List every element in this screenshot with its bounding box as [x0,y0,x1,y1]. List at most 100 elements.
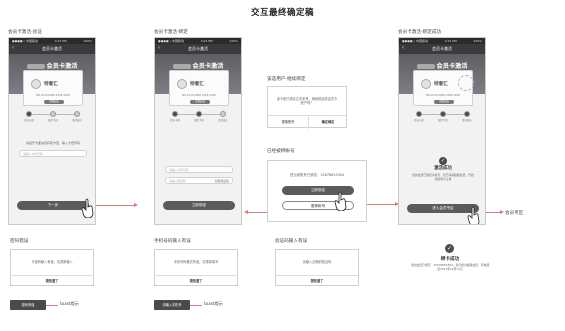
battery-text: 100% [473,39,482,43]
flow-arrow-head [500,210,504,214]
time-text: 4:21 PM [200,39,213,43]
carrier-text: ●●●●○ 中国移动 [12,39,39,43]
toast-note: toast提示 [204,301,223,306]
nav-title: 会员卡激活 [188,46,208,51]
flow-arrow [46,305,58,306]
toast-phone-error: 请输入手机号 [154,300,190,310]
carrier-text: ●●●●○ 中国移动 [158,39,185,43]
brand-logo-icon [421,79,431,89]
section-label-s3: 会员卡激活-绑定成功 [398,30,442,35]
flow-arrow [96,205,134,206]
member-zone-note: 会员专区 [505,211,524,216]
sms-code-input[interactable]: 请输入验证码 获取验证码 [165,177,233,184]
card-benefit-button[interactable]: 查看权益 [434,100,454,104]
card-benefit-button[interactable]: 查看权益 [44,100,64,104]
time-text: 4:21 PM [54,39,67,43]
battery-text: 100% [229,39,238,43]
member-card: 特奢汇 NO.1010 0000 2356 3246 查看权益 [23,70,83,106]
dialog-message: 请输入正确的验证码 [302,260,332,264]
member-card: 特奢汇 NO.1010 0000 2356 3246 查看权益 [169,70,229,106]
step-2: 绑定手机 [43,111,63,122]
nav-title: 会员卡激活 [42,46,62,51]
flow-arrow [247,212,267,213]
section-label-s1: 会员卡激活-验证 [8,30,42,35]
error-label-phone: 手机号码输入有误 [154,239,191,244]
step-1: 验证卡密 [165,111,185,122]
ok-button[interactable]: 我知道了 [276,278,358,283]
bound-account-panel: 您当前账号已绑定：15678653304 立即绑定 更换帐号 [267,160,367,222]
bind-success-title: 绑卡成功 [440,257,460,262]
bind-success-check-icon: ✓ [445,244,454,253]
hero-title: 会员卡激活 [9,61,95,70]
ok-button[interactable]: 我知道了 [155,278,237,283]
section-label-s2: 会员卡激活-绑定 [154,30,188,35]
card-code-input[interactable]: 请输入卡密号码 [19,150,87,157]
next-step-button[interactable]: 下一步 [17,201,89,210]
password-error-dialog: 卡密码输入有误，请重新输入 我知道了 [10,249,94,286]
success-text: 您的会员已绑定手机号，您已获得超级会员，开启您的奢享之旅 [412,173,474,181]
card-brand: 特奢汇 [44,82,58,87]
battery-text: 100% [83,39,92,43]
card-number: NO.1010 0000 2356 3246 [182,94,216,97]
verify-hint: 请刮开卡面涂层获取卡密，输入卡密号码 [25,141,80,145]
step-1: 验证卡密 [19,111,39,122]
dialog-message: 卡密码输入有误，请重新输入 [31,260,73,264]
step-2: 绑定手机 [433,111,453,122]
flow-arrow [486,212,500,213]
tap-hand-icon [334,191,347,211]
flow-arrow [190,305,202,306]
nav-bar: ‹ 会员卡激活 [399,44,485,54]
toast-password-error: 密码有误 [10,300,46,310]
bound-message: 您当前账号已绑定：15678653304 [289,173,345,177]
dialog-message: 手机号码格式有误，请重新填写 [173,260,219,264]
brand-logo-icon [31,79,41,89]
brand-logo-icon [177,79,187,89]
error-label-code: 验证码输入有误 [275,239,308,244]
chevron-left-icon[interactable]: ‹ [12,45,14,51]
card-brand: 特奢汇 [190,82,204,87]
code-placeholder: 请输入验证码 [169,179,186,183]
card-number: NO.1010 0000 2356 3246 [426,94,460,97]
success-title: 激活成功 [434,166,452,171]
tap-hand-icon [467,206,480,224]
card-benefit-button[interactable]: 查看权益 [190,100,210,104]
success-check-icon: ✓ [439,157,447,165]
dialog-message: 该卡密已绑定过手机号，继续绑定原会员卡账户吗？ [276,97,338,106]
tap-hand-icon [81,198,94,218]
card-brand: 特奢汇 [434,82,448,87]
step-indicator: 验证卡密 绑定手机 激活成功 [411,111,475,123]
step-3: 激活成功 [457,111,477,122]
phone-screen-success: ●●●●○ 中国移动 4:21 PM 100% ‹ 会员卡激活 会员卡激活 升级… [398,37,486,225]
hero-title: 会员卡激活 [155,61,241,70]
chevron-left-icon[interactable]: ‹ [402,45,404,51]
step-indicator: 验证卡密 绑定手机 激活成功 [21,111,85,123]
confirm-bind-button[interactable]: 确定绑定 [308,119,348,124]
ok-button[interactable]: 我知道了 [11,278,93,283]
step-indicator: 验证卡密 绑定手机 激活成功 [167,111,231,123]
nav-title: 会员卡激活 [432,46,452,51]
nav-bar: ‹ 会员卡激活 [155,44,241,54]
step-2: 绑定手机 [189,111,209,122]
change-account-button[interactable]: 更换账号 [268,119,308,124]
phone-screen-verify: ●●●●○ 中国移动 4:21 PM 100% ‹ 会员卡激活 会员卡激活 升级… [8,37,96,225]
step-1: 验证卡密 [409,111,429,122]
flow-arrow [367,204,395,205]
bind-success-text: 您的会员已绑定：15678653304，您已成为超级会员，有效期至2017年12… [410,263,490,271]
section-label-registered: 该选用户-继续绑定 [267,77,306,82]
bind-now-button[interactable]: 立即绑定 [163,201,235,210]
time-text: 4:21 PM [444,39,457,43]
activated-stamp-icon [458,75,474,91]
section-label-bound: 已经被绑帐号 [267,149,295,154]
chevron-left-icon[interactable]: ‹ [158,45,160,51]
continue-bind-dialog: 该卡密已绑定过手机号，继续绑定原会员卡账户吗？ 更换账号 确定绑定 [267,86,348,129]
page-title: 交互最终确定稿 [250,8,314,18]
flow-arrow-head [134,203,138,207]
phone-input[interactable]: 请输入手机号码 [165,166,233,173]
carrier-text: ●●●●○ 中国移动 [402,39,429,43]
phone-error-dialog: 手机号码格式有误，请重新填写 我知道了 [154,249,238,286]
toast-note: toast提示 [60,301,79,306]
code-error-dialog: 请输入正确的验证码 我知道了 [275,249,359,286]
step-3: 激活成功 [67,111,87,122]
get-code-button[interactable]: 获取验证码 [215,178,229,185]
error-label-password: 密码错误 [10,239,29,244]
